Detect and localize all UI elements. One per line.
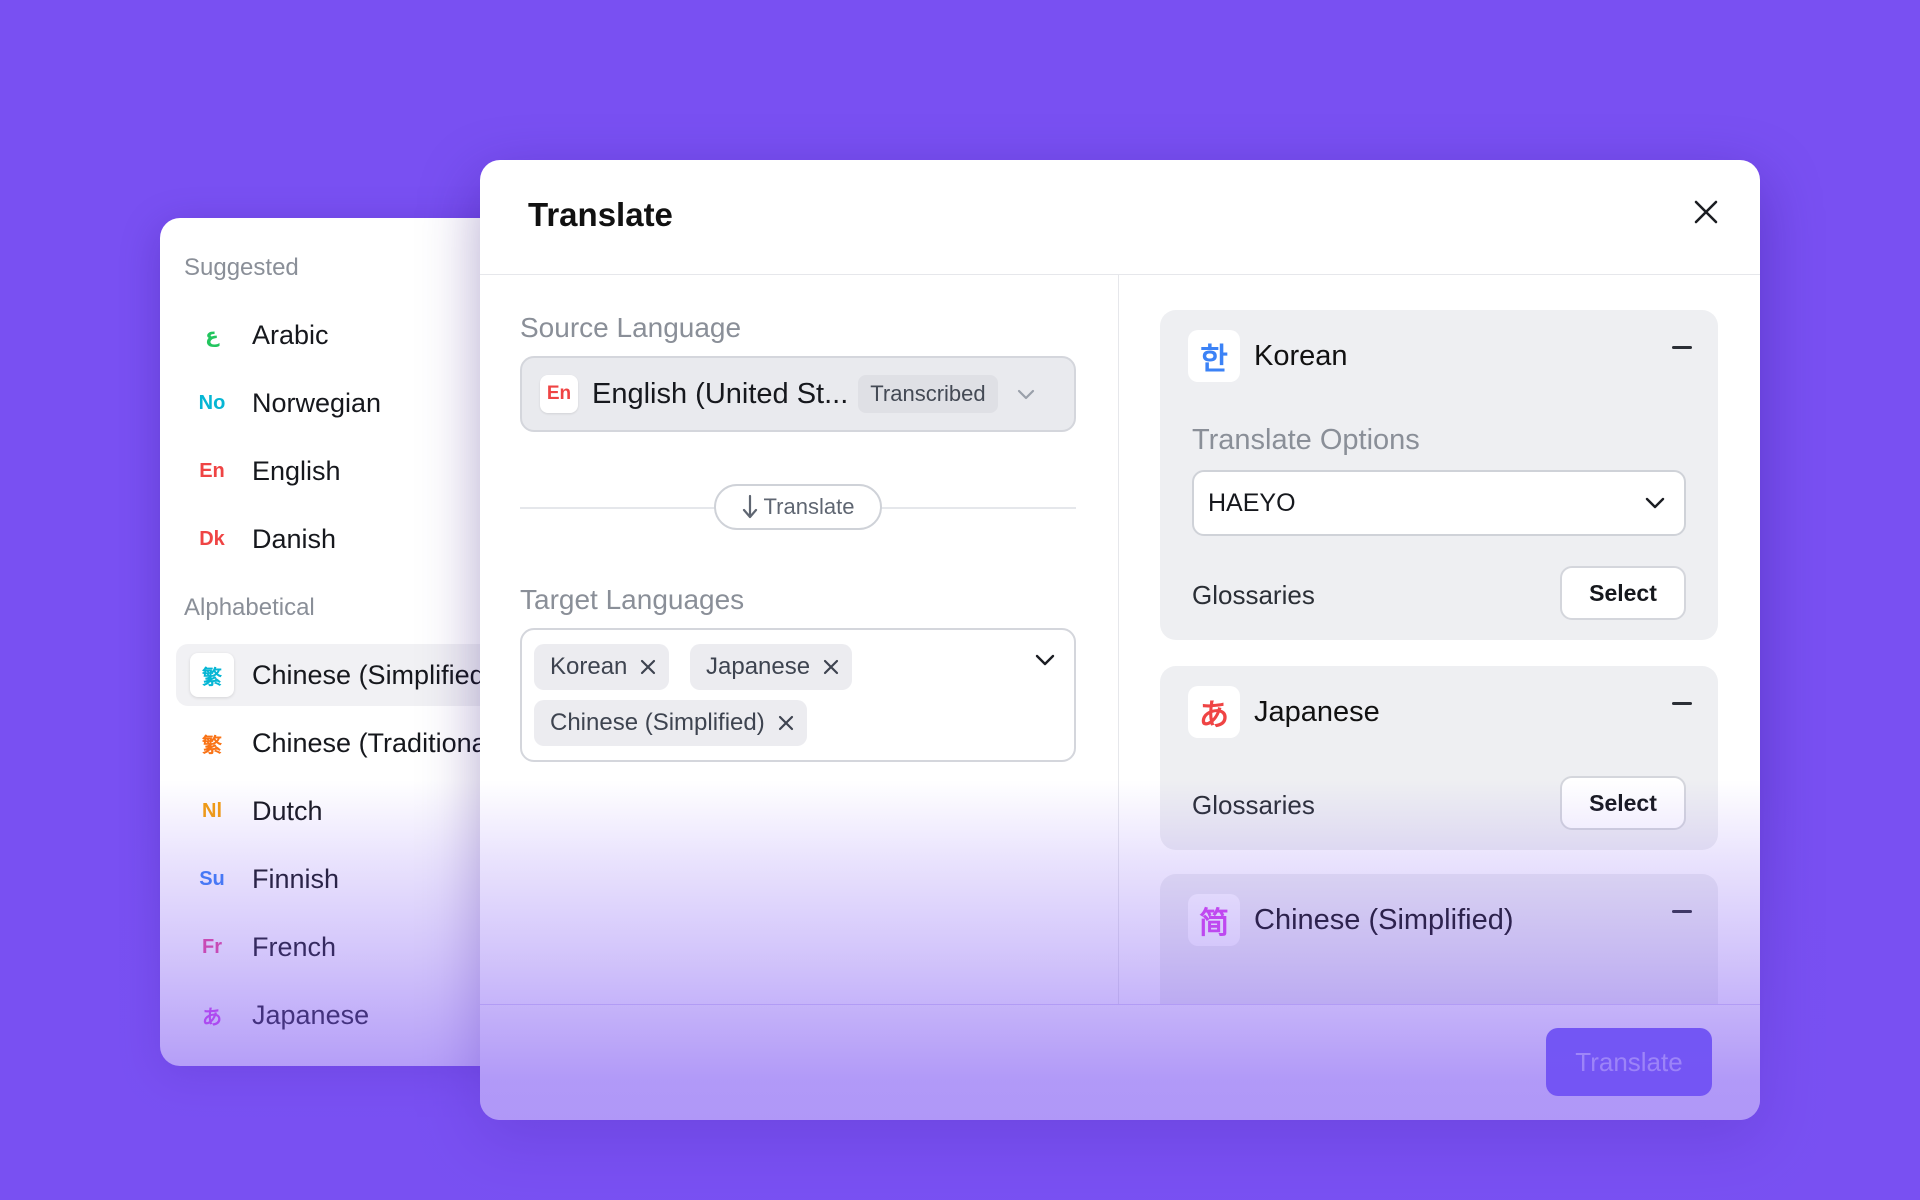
japanese-card: あ Japanese Glossaries Select (1160, 666, 1718, 850)
korean-flag-icon: 한 (1188, 330, 1240, 382)
translate-options-label: Translate Options (1192, 424, 1420, 456)
danish-flag-icon: Dk (199, 527, 225, 550)
english-flag-icon: En (540, 375, 578, 413)
dutch-flag-icon: Nl (202, 799, 222, 822)
close-icon (1694, 200, 1718, 224)
lang-item-label: Danish (252, 523, 337, 554)
remove-chinese-simplified-button[interactable] (777, 714, 795, 732)
source-language-value: English (United St... (592, 377, 849, 410)
translate-options-value: HAEYO (1208, 488, 1296, 517)
collapse-chinese-simplified-button[interactable] (1672, 910, 1692, 913)
lang-item-label: Chinese (Simplified) (252, 659, 494, 690)
card-title: Chinese (Simplified) (1254, 903, 1514, 936)
chinese-simplified-flag-icon: 繁 (190, 653, 234, 697)
lang-item-label: Arabic (252, 319, 329, 350)
suggested-heading: Suggested (184, 254, 299, 281)
chinese-simplified-flag-icon: 简 (1188, 894, 1240, 946)
finnish-flag-icon: Su (199, 867, 225, 890)
source-language-label: Source Language (520, 312, 742, 343)
close-icon (823, 659, 839, 675)
lang-item-label: Norwegian (252, 387, 382, 418)
chip-label: Korean (550, 653, 628, 680)
lang-item-label: French (252, 931, 337, 962)
chip-label: Japanese (706, 653, 811, 680)
header-divider (480, 274, 1760, 275)
translate-options-select[interactable]: HAEYO (1192, 470, 1686, 536)
collapse-japanese-button[interactable] (1672, 702, 1692, 705)
alphabetical-heading: Alphabetical (184, 594, 315, 621)
lang-item-label: English (252, 455, 341, 486)
source-language-select[interactable]: En English (United St... Transcribed (520, 356, 1076, 432)
lang-item-label: Finnish (252, 863, 340, 894)
column-divider (1118, 275, 1119, 1005)
transcribed-badge: Transcribed (858, 375, 998, 413)
lang-item-label: Japanese (252, 999, 370, 1030)
target-languages-label: Target Languages (520, 584, 745, 615)
japanese-flag-icon: あ (202, 1006, 222, 1029)
french-flag-icon: Fr (202, 935, 222, 958)
close-icon (778, 715, 793, 731)
card-title: Korean (1254, 339, 1348, 372)
translate-submit-button[interactable]: Translate (1546, 1028, 1712, 1096)
card-title: Japanese (1254, 695, 1380, 728)
lang-item-label: Dutch (252, 795, 323, 826)
chevron-down-icon (1017, 389, 1034, 400)
target-languages-select[interactable]: Korean Japanese Chinese (Simplified) (520, 628, 1076, 762)
select-glossary-korean-button[interactable]: Select (1560, 566, 1686, 620)
translate-modal: Translate Source Language En English (Un… (480, 160, 1760, 1120)
remove-korean-button[interactable] (639, 658, 657, 676)
japanese-flag-icon: あ (1188, 686, 1240, 738)
select-glossary-japanese-button[interactable]: Select (1560, 776, 1686, 830)
chevron-down-icon (1035, 654, 1055, 666)
glossaries-label: Glossaries (1192, 790, 1315, 820)
chinese-traditional-flag-icon: 繁 (202, 734, 222, 757)
chip-korean: Korean (534, 644, 670, 690)
target-dropdown-toggle[interactable] (1034, 652, 1056, 673)
footer-divider (480, 1004, 1760, 1005)
collapse-korean-button[interactable] (1672, 346, 1692, 349)
translate-pill-label: Translate (763, 494, 855, 519)
chip-label: Chinese (Simplified) (550, 709, 765, 736)
arrow-down-icon (742, 494, 757, 519)
english-flag-icon: En (199, 459, 225, 482)
glossaries-label: Glossaries (1192, 580, 1315, 610)
translate-direction-button[interactable]: Translate (714, 484, 882, 530)
arabic-flag-icon: ع (205, 324, 219, 347)
close-button[interactable] (1686, 192, 1726, 232)
lang-item-label: Chinese (Traditional) (252, 727, 502, 758)
korean-card: 한 Korean Translate Options HAEYO Glossar… (1160, 310, 1718, 640)
remove-japanese-button[interactable] (822, 658, 840, 676)
chip-japanese: Japanese (690, 644, 853, 690)
close-icon (641, 659, 656, 675)
modal-title: Translate (528, 196, 673, 233)
chevron-down-icon (1645, 497, 1665, 509)
chip-chinese-simplified: Chinese (Simplified) (534, 700, 807, 746)
norwegian-flag-icon: No (198, 391, 226, 414)
